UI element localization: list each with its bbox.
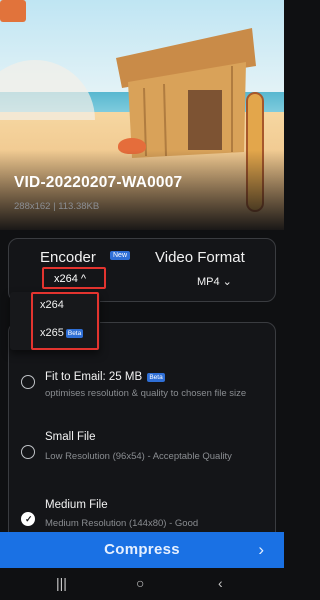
beta-badge: Beta	[65, 329, 84, 338]
encoder-option-label: x264	[40, 299, 64, 311]
video-format-select[interactable]: MP4 ⌄	[197, 275, 232, 288]
encoder-option-x264[interactable]: x264	[40, 299, 64, 311]
chevron-right-icon: ›	[258, 540, 264, 559]
new-badge: New	[110, 251, 131, 260]
option-description: Medium Resolution (144x80) - Good	[45, 518, 199, 529]
radio-medium-file[interactable]: ✓	[21, 512, 35, 526]
back-icon[interactable]: ‹	[218, 575, 223, 591]
compress-label: Compress	[104, 541, 180, 558]
option-title: Medium File	[45, 499, 108, 511]
option-description: Low Resolution (96x54) - Acceptable Qual…	[45, 451, 232, 462]
compress-button[interactable]: Compress ›	[0, 532, 284, 568]
app-logo-icon	[0, 0, 26, 22]
encoder-option-label: x265	[40, 327, 64, 339]
radio-fit-to-email[interactable]	[21, 375, 35, 389]
video-format-label: Video Format	[155, 249, 245, 266]
encoder-option-x265[interactable]: x265 Beta	[40, 327, 84, 339]
beta-badge: Beta	[147, 373, 165, 382]
option-description: optimises resolution & quality to chosen…	[45, 388, 247, 399]
video-title: VID-20220207-WA0007	[14, 174, 183, 191]
video-meta: 288x162 | 113.38KB	[14, 201, 100, 212]
option-title: Small File	[45, 431, 96, 443]
check-icon: ✓	[25, 514, 33, 524]
encoder-label: Encoder	[40, 249, 96, 266]
system-nav-bar: ||| ○ ‹	[0, 568, 284, 600]
radio-small-file[interactable]	[21, 445, 35, 459]
recent-apps-icon[interactable]: |||	[56, 575, 67, 591]
home-icon[interactable]: ○	[136, 575, 144, 591]
encoder-select[interactable]: x264 ^	[42, 267, 106, 289]
option-title-text: Fit to Email: 25 MB	[45, 371, 143, 383]
compression-options-list: Fit to Email: 25 MB Beta optimises resol…	[8, 322, 276, 544]
option-title: Fit to Email: 25 MB Beta	[45, 371, 165, 383]
video-thumbnail: VID-20220207-WA0007 288x162 | 113.38KB	[0, 0, 284, 230]
